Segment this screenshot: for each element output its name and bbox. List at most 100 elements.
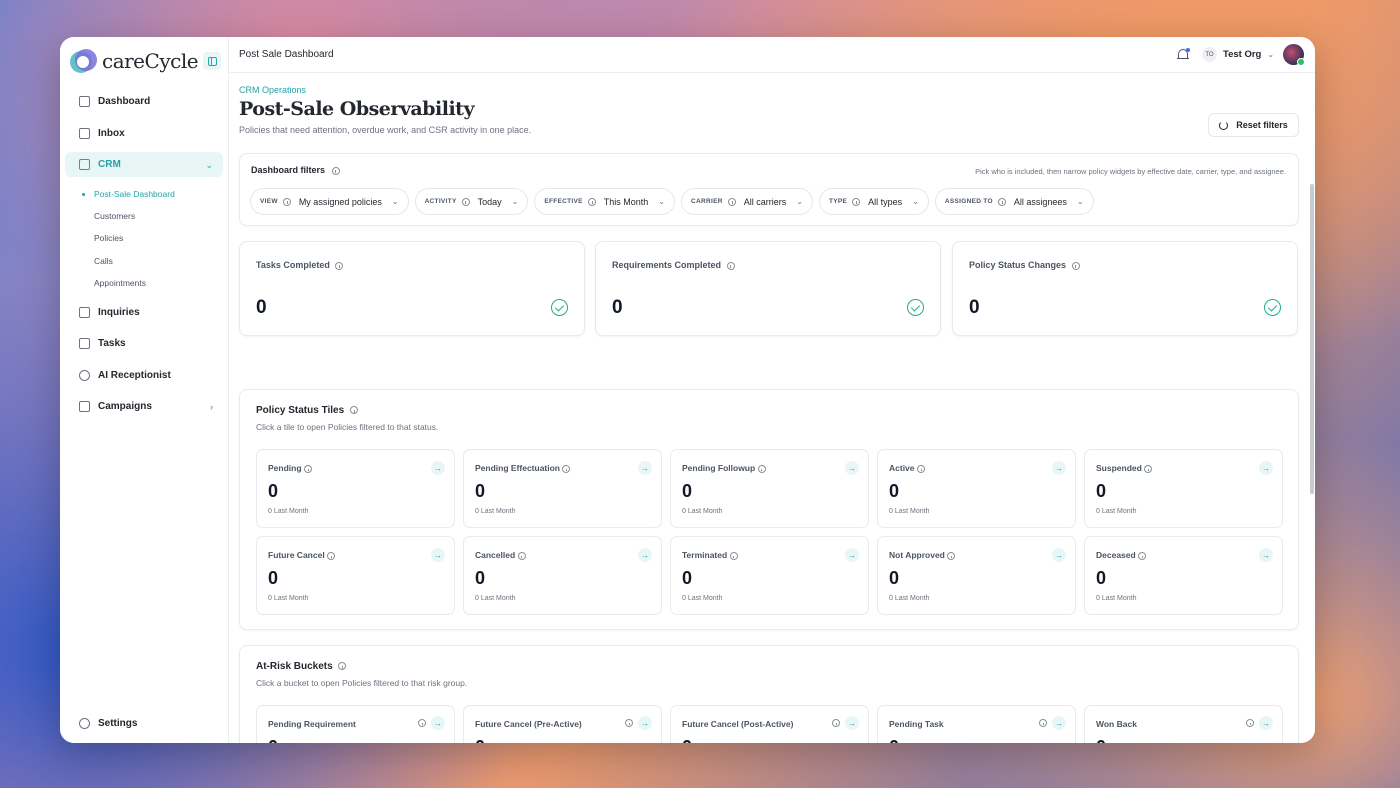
risk-bucket-pending-requirement[interactable]: Pending Requirement 0 → (256, 705, 455, 743)
sidebar-subitem-calls[interactable]: Calls (65, 249, 223, 271)
info-icon (727, 197, 736, 206)
sidebar-item-inquiries[interactable]: Inquiries (65, 300, 223, 325)
info-icon[interactable] (726, 261, 735, 270)
info-icon[interactable] (349, 406, 358, 415)
sidebar-item-tasks[interactable]: Tasks (65, 331, 223, 356)
info-icon (282, 197, 291, 206)
tile-meta: 0 Last Month (268, 595, 309, 602)
stat-label-text: Tasks Completed (256, 260, 330, 270)
status-tile-terminated[interactable]: Terminated 0 0 Last Month → (670, 536, 869, 615)
sidebar-toggle-icon[interactable] (203, 52, 221, 70)
stat-label: Policy Status Changes (969, 260, 1080, 270)
filter-carrier[interactable]: CARRIER All carriers ⌄ (681, 188, 813, 215)
tile-value: 0 (682, 481, 693, 501)
reset-filters-label: Reset filters (1236, 120, 1288, 130)
risk-bucket-future-cancel-pre-active[interactable]: Future Cancel (Pre-Active) 0 → (463, 705, 662, 743)
check-circle-icon (1264, 299, 1281, 316)
bucket-value: 0 (268, 737, 278, 743)
org-switcher[interactable]: TO Test Org ⌄ (1202, 47, 1274, 62)
tile-label: Active (889, 463, 925, 473)
sidebar-subitem-post-sale-dashboard[interactable]: Post-Sale Dashboard (65, 183, 223, 205)
carecycle-logo (69, 47, 97, 75)
info-icon[interactable] (1246, 719, 1254, 727)
filter-assigned-to[interactable]: ASSIGNED TO All assignees ⌄ (934, 188, 1094, 215)
info-icon[interactable] (832, 719, 840, 727)
section-subtitle: Click a bucket to open Policies filtered… (256, 678, 468, 688)
tile-meta: 0 Last Month (475, 508, 516, 515)
sidebar-item-ai-receptionist[interactable]: AI Receptionist (65, 363, 223, 388)
checkbox-icon (79, 338, 90, 350)
risk-bucket-won-back[interactable]: Won Back 0 → (1084, 705, 1283, 743)
tile-label-text: Pending Effectuation (475, 463, 560, 473)
status-tile-suspended[interactable]: Suspended 0 0 Last Month → (1084, 449, 1283, 528)
section-eyebrow[interactable]: CRM Operations (239, 85, 306, 95)
section-title: At-Risk Buckets (256, 661, 347, 672)
risk-bucket-future-cancel-post-active[interactable]: Future Cancel (Post-Active) 0 → (670, 705, 869, 743)
info-icon[interactable] (335, 261, 344, 270)
filter-type[interactable]: TYPE All types ⌄ (818, 188, 929, 215)
sidebar-item-label: AI Receptionist (98, 369, 171, 381)
tile-value: 0 (475, 481, 486, 501)
sidebar-item-campaigns[interactable]: Campaigns › (65, 394, 223, 419)
info-icon[interactable] (418, 719, 426, 727)
bell-icon[interactable] (1177, 48, 1190, 61)
tile-label: Pending (268, 463, 312, 473)
arrow-right-icon: → (638, 461, 652, 475)
status-tile-future-cancel[interactable]: Future Cancel 0 0 Last Month → (256, 536, 455, 615)
status-tile-active[interactable]: Active 0 0 Last Month → (877, 449, 1076, 528)
filters-title: Dashboard filters (251, 165, 340, 175)
sidebar-item-label: Tasks (98, 338, 126, 350)
filter-key: ASSIGNED TO (944, 198, 993, 205)
info-icon (303, 464, 312, 473)
tile-value: 0 (889, 568, 900, 588)
arrow-right-icon: → (1259, 548, 1273, 562)
filter-view[interactable]: VIEW My assigned policies ⌄ (250, 188, 409, 215)
status-tile-cancelled[interactable]: Cancelled 0 0 Last Month → (463, 536, 662, 615)
sidebar-item-inbox[interactable]: Inbox (65, 121, 223, 146)
stat-label-text: Requirements Completed (612, 260, 722, 270)
tile-meta: 0 Last Month (268, 508, 309, 515)
main-scrollbar[interactable] (1310, 184, 1314, 494)
sidebar-subitem-appointments[interactable]: Appointments (65, 272, 223, 294)
tile-label: Pending Effectuation (475, 463, 571, 473)
risk-bucket-pending-task[interactable]: Pending Task 0 → (877, 705, 1076, 743)
dashboard-filters-panel: Dashboard filters Pick who is included, … (239, 153, 1299, 226)
reset-filters-button[interactable]: Reset filters (1208, 113, 1299, 137)
inbox-icon (79, 127, 90, 139)
filter-effective[interactable]: EFFECTIVE This Month ⌄ (534, 188, 675, 215)
stat-card-requirements-completed: Requirements Completed 0 (595, 241, 941, 336)
sidebar-item-dashboard[interactable]: Dashboard (65, 89, 223, 114)
sidebar-item-crm[interactable]: CRM ⌄ (65, 152, 223, 177)
status-tile-pending-followup[interactable]: Pending Followup 0 0 Last Month → (670, 449, 869, 528)
sidebar-item-settings[interactable]: Settings (79, 718, 137, 729)
breadcrumb: Post Sale Dashboard (239, 49, 334, 60)
info-icon[interactable] (338, 662, 347, 671)
chevron-down-icon: ⌄ (205, 160, 213, 170)
info-icon[interactable] (1071, 261, 1080, 270)
tile-value: 0 (1096, 481, 1107, 501)
info-icon (327, 551, 336, 560)
bucket-label: Future Cancel (Post-Active) (682, 719, 794, 729)
status-tile-pending-effectuation[interactable]: Pending Effectuation 0 0 Last Month → (463, 449, 662, 528)
info-icon[interactable] (331, 166, 340, 175)
arrow-right-icon: → (1052, 548, 1066, 562)
tile-label-text: Suspended (1096, 463, 1142, 473)
tile-meta: 0 Last Month (682, 508, 723, 515)
user-avatar[interactable] (1283, 44, 1305, 66)
status-tile-pending[interactable]: Pending 0 0 Last Month → (256, 449, 455, 528)
gear-icon (79, 718, 90, 729)
status-tile-deceased[interactable]: Deceased 0 0 Last Month → (1084, 536, 1283, 615)
chevron-down-icon: ⌄ (912, 197, 919, 206)
check-circle-icon (551, 299, 568, 316)
info-icon[interactable] (625, 719, 633, 727)
chat-icon (79, 306, 90, 318)
info-icon[interactable] (1039, 719, 1047, 727)
status-tile-not-approved[interactable]: Not Approved 0 0 Last Month → (877, 536, 1076, 615)
sidebar-subitem-policies[interactable]: Policies (65, 227, 223, 249)
sidebar-subitem-customers[interactable]: Customers (65, 205, 223, 227)
bucket-label: Pending Requirement (268, 719, 356, 729)
filter-activity[interactable]: ACTIVITY Today ⌄ (414, 188, 529, 215)
brand[interactable]: careCycle (69, 47, 199, 75)
filter-key: ACTIVITY (424, 198, 457, 205)
stat-label-text: Policy Status Changes (969, 260, 1067, 270)
